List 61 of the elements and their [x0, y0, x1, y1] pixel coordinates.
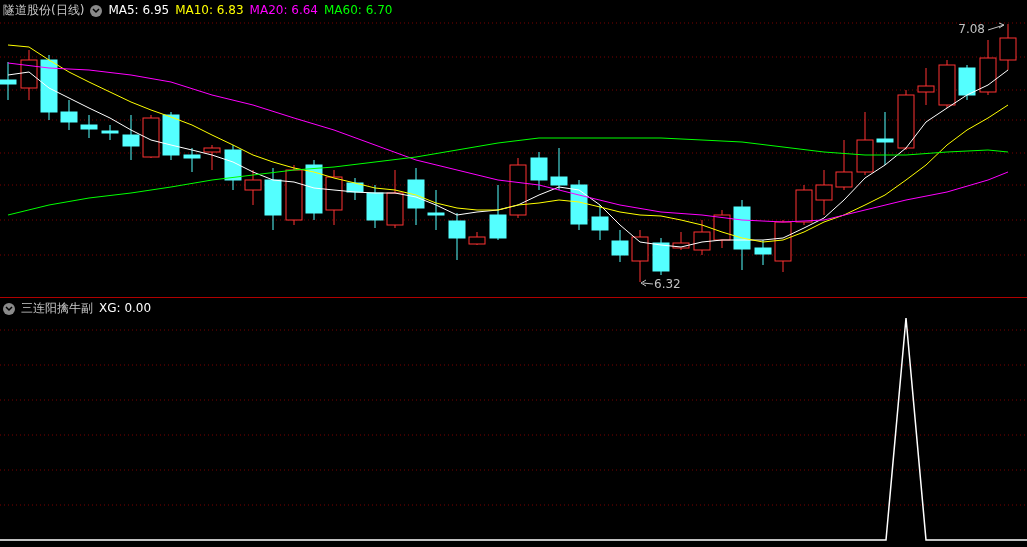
candlestick	[835, 139, 853, 191]
candlestick	[979, 39, 997, 96]
candlestick	[203, 144, 221, 171]
candlestick	[611, 229, 629, 263]
candlestick	[897, 89, 915, 151]
moving-average-value: MA20: 6.64	[249, 3, 318, 18]
candlestick	[999, 23, 1017, 71]
candlestick	[346, 177, 364, 201]
candlestick	[509, 157, 527, 219]
candlestick	[631, 229, 649, 283]
moving-average-value: MA10: 6.83	[175, 3, 244, 18]
candlestick	[162, 111, 180, 161]
candlestick	[122, 114, 140, 161]
candlestick	[550, 147, 568, 191]
candlestick	[733, 199, 751, 271]
candlestick	[795, 184, 813, 226]
dropdown-icon[interactable]	[3, 302, 15, 315]
candlestick	[489, 184, 507, 241]
candlestick	[856, 111, 874, 176]
dropdown-icon[interactable]	[90, 4, 103, 17]
moving-average-value: MA5: 6.95	[108, 3, 170, 18]
candlestick	[427, 189, 445, 231]
arrow-icon	[987, 22, 1005, 31]
candlestick	[958, 64, 976, 101]
candlestick	[938, 59, 956, 109]
candlestick	[774, 219, 792, 273]
candlestick	[325, 169, 343, 226]
candlestick	[244, 169, 262, 206]
candlestick	[101, 124, 119, 141]
candlestick	[672, 231, 690, 251]
candlestick	[183, 147, 201, 173]
candlestick	[652, 237, 670, 276]
candlestick	[264, 167, 282, 231]
candlestick	[591, 204, 609, 241]
candlestick	[60, 99, 78, 131]
indicator-value: XG: 0.00	[99, 301, 152, 316]
candlestick	[285, 164, 303, 226]
candlestick	[917, 67, 935, 106]
candlestick	[876, 111, 894, 166]
candlestick	[407, 167, 425, 226]
candlestick	[448, 212, 466, 261]
candlestick	[530, 151, 548, 191]
indicator-title: 三连阳擒牛副	[21, 301, 93, 316]
candlestick	[366, 184, 384, 229]
candlestick	[142, 114, 160, 159]
arrow-icon	[640, 279, 654, 287]
candlestick	[0, 61, 17, 101]
candlestick	[305, 159, 323, 221]
moving-average-value: MA60: 6.70	[324, 3, 393, 18]
candlestick	[386, 169, 404, 229]
candlestick	[80, 114, 98, 139]
candlestick	[468, 231, 486, 246]
candlestick	[20, 49, 38, 101]
candlestick	[713, 209, 731, 249]
high-price-label: 7.08	[958, 22, 985, 36]
stock-title: 隧道股份(日线)	[3, 3, 85, 18]
low-price-label: 6.32	[654, 277, 681, 291]
candlestick	[40, 54, 58, 121]
candlestick	[815, 169, 833, 216]
candlestick	[224, 144, 242, 191]
candlestick	[693, 219, 711, 256]
